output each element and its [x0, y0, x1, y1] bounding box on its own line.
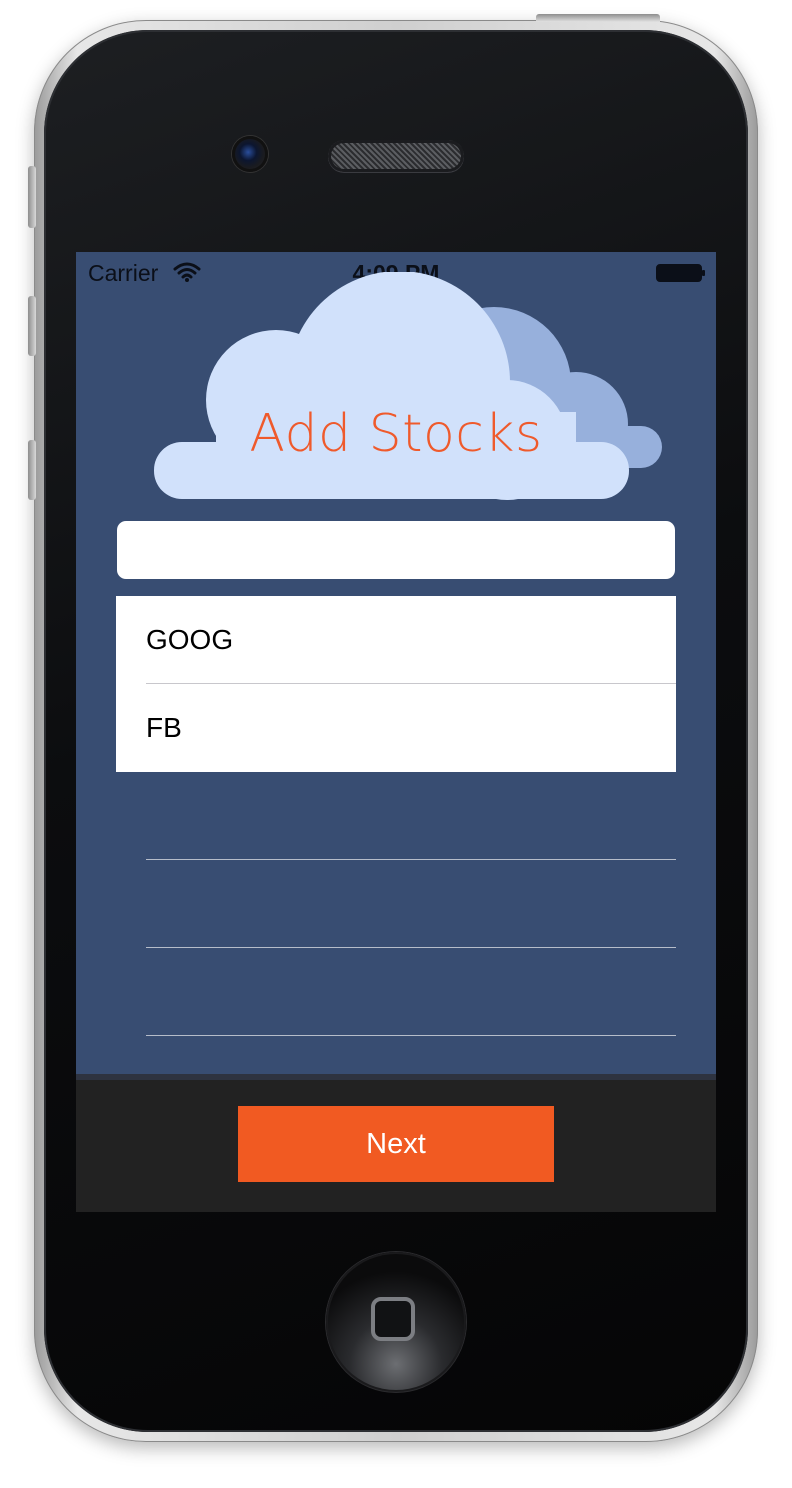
empty-row — [116, 772, 676, 860]
list-item[interactable]: GOOG — [116, 596, 676, 684]
volume-up-button — [28, 296, 36, 356]
page-title: Add Stocks — [249, 404, 543, 464]
empty-row — [116, 860, 676, 948]
bottom-toolbar: Next — [76, 1074, 716, 1212]
app-screen: Carrier 4:09 PM Add Stocks — [76, 252, 716, 1212]
mute-switch — [28, 166, 36, 228]
cloud-illustration — [154, 272, 662, 500]
front-camera — [232, 136, 268, 172]
home-square-icon — [371, 1297, 415, 1341]
row-separator — [146, 1035, 676, 1036]
volume-down-button — [28, 440, 36, 500]
stock-list: GOOG FB — [116, 596, 676, 1036]
empty-row — [116, 948, 676, 1036]
sleep-button — [536, 14, 660, 22]
next-button[interactable]: Next — [238, 1106, 554, 1182]
earpiece-speaker — [328, 140, 464, 172]
stock-symbol: FB — [146, 712, 182, 743]
home-button[interactable] — [326, 1252, 466, 1392]
list-item[interactable]: FB — [116, 684, 676, 772]
stock-symbol: GOOG — [146, 624, 234, 655]
stock-search-input[interactable] — [117, 521, 675, 579]
